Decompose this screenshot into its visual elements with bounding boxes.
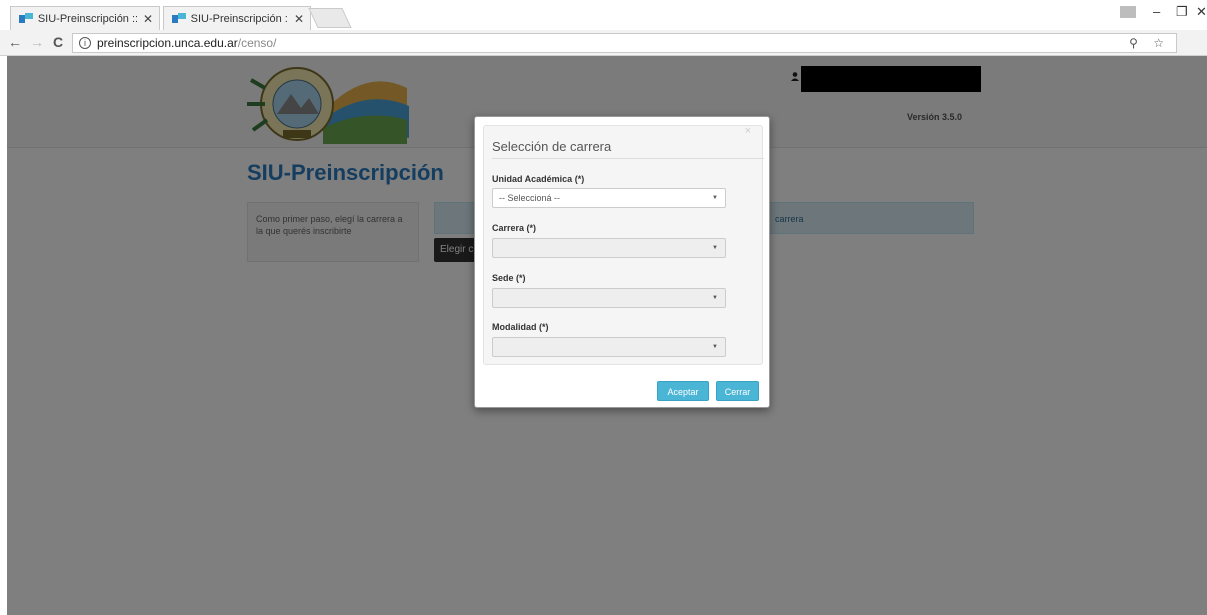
siu-favicon-icon <box>19 12 33 25</box>
unidad-academica-value: -- Seleccioná -- <box>499 193 561 203</box>
browser-tab-title: SIU-Preinscripción :: Carg <box>37 12 137 25</box>
back-icon[interactable]: ← <box>8 34 22 50</box>
modal-form-well: Selección de carrera Unidad Académica (*… <box>483 125 764 365</box>
chevron-down-icon: ▼ <box>712 295 718 301</box>
unidad-academica-label: Unidad Académica (*) <box>492 174 585 184</box>
new-tab-button[interactable] <box>308 8 352 28</box>
browser-tab-title: SIU-Preinscripción :: Carg <box>190 12 288 25</box>
browser-tabstrip: SIU-Preinscripción :: Carg ✕ SIU-Preinsc… <box>0 0 1207 30</box>
profile-icon[interactable] <box>1120 6 1136 18</box>
address-bar[interactable]: i preinscripcion.unca.edu.ar /censo/ ⚲ ☆ <box>72 33 1177 53</box>
modal-title-divider <box>492 158 764 159</box>
accept-button[interactable]: Aceptar <box>657 381 709 401</box>
minimize-icon[interactable]: – <box>1153 4 1160 19</box>
unidad-academica-select[interactable]: -- Seleccioná -- ▼ <box>492 188 726 208</box>
carrera-label: Carrera (*) <box>492 223 537 233</box>
window-close-icon[interactable]: ✕ <box>1196 4 1207 20</box>
restore-icon[interactable]: ❐ <box>1176 4 1188 20</box>
close-button[interactable]: Cerrar <box>716 381 759 401</box>
tab-close-icon[interactable]: ✕ <box>143 12 153 26</box>
sede-select[interactable]: ▼ <box>492 288 726 308</box>
modal-close-icon[interactable]: × <box>745 125 751 137</box>
reload-icon[interactable]: C <box>53 34 63 50</box>
modalidad-label: Modalidad (*) <box>492 322 549 332</box>
chevron-down-icon: ▼ <box>712 195 718 201</box>
chevron-down-icon: ▼ <box>712 245 718 251</box>
browser-toolbar: ← → C i preinscripcion.unca.edu.ar /cens… <box>0 30 1207 56</box>
url-host: preinscripcion.unca.edu.ar <box>97 36 238 50</box>
browser-tab-2[interactable]: SIU-Preinscripción :: Carg ✕ <box>163 6 311 30</box>
modalidad-select[interactable]: ▼ <box>492 337 726 357</box>
site-info-icon[interactable]: i <box>79 37 91 49</box>
carrera-select[interactable]: ▼ <box>492 238 726 258</box>
siu-favicon-icon <box>172 12 186 25</box>
toolbar-actions-icon[interactable]: ⚲ ☆ <box>1129 36 1170 50</box>
modal-title: Selección de carrera <box>492 139 612 154</box>
tab-close-icon[interactable]: ✕ <box>294 12 304 26</box>
browser-tab-1[interactable]: SIU-Preinscripción :: Carg ✕ <box>10 6 160 30</box>
career-selection-modal: Selección de carrera Unidad Académica (*… <box>474 116 770 408</box>
forward-icon[interactable]: → <box>30 34 44 50</box>
chevron-down-icon: ▼ <box>712 344 718 350</box>
sede-label: Sede (*) <box>492 273 526 283</box>
url-path: /censo/ <box>237 36 277 50</box>
